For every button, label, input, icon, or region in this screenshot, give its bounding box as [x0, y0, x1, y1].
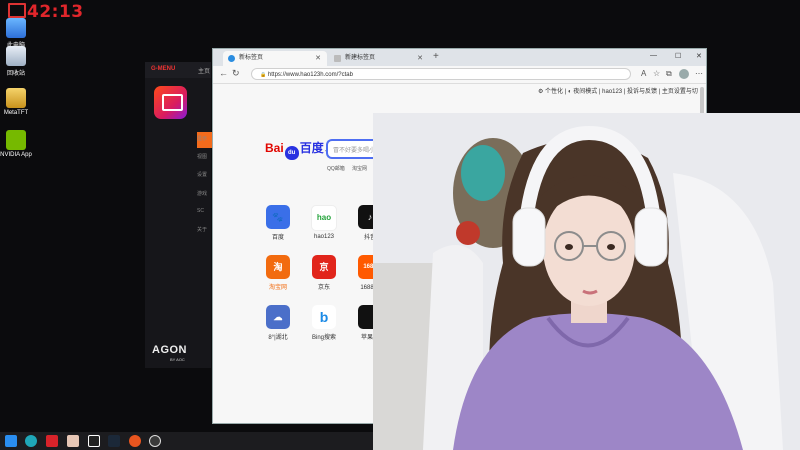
agon-wordmark: AGON — [152, 344, 187, 356]
taskbar — [0, 432, 373, 450]
agon-sub: BY AOC — [170, 357, 185, 362]
recycle-bin-icon — [6, 46, 26, 66]
desktop-icon-label: 回收站 — [6, 71, 25, 77]
agon-menu-item[interactable]: 视图 — [197, 153, 213, 167]
baidu-paw-icon: du — [284, 146, 299, 160]
tab-label: 新标签页 — [239, 55, 264, 61]
close-icon[interactable]: ✕ — [315, 51, 321, 66]
agon-menu-item[interactable]: SC — [197, 208, 213, 222]
agon-menu-item[interactable]: 游戏 — [197, 190, 213, 204]
tab-new-tab-2[interactable]: 新建标签页 ✕ — [329, 51, 429, 66]
computer-icon — [6, 18, 26, 38]
collections-icon[interactable]: ⧉ — [666, 69, 672, 79]
app-tile-weather[interactable]: ☁ 8°|湖北 — [258, 305, 298, 341]
quick-link[interactable]: QQ邮箱 — [327, 165, 345, 172]
windows-start-icon[interactable] — [5, 435, 17, 447]
app-tile-baidu[interactable]: 🐾 百度 — [258, 205, 298, 241]
new-tab-button[interactable]: + — [433, 51, 439, 62]
tab-new-tab[interactable]: 新标签页 ✕ — [223, 51, 327, 66]
agon-menu-item[interactable]: 显示 — [197, 135, 213, 149]
baidu-icon: 🐾 — [266, 205, 290, 229]
jd-icon: 京 — [312, 255, 336, 279]
edge-icon — [228, 55, 235, 62]
profile-avatar[interactable] — [679, 69, 689, 79]
webcam-overlay — [373, 113, 800, 450]
desktop-icon-label: NVIDIA App — [0, 152, 32, 158]
taobao-icon: 淘 — [266, 255, 290, 279]
desktop-icon-computer[interactable]: 此电脑 — [0, 18, 40, 49]
agon-brand: G-MENU — [151, 66, 176, 72]
close-window-icon[interactable]: ✕ — [696, 52, 702, 60]
metatft-icon — [6, 88, 26, 108]
desktop-icon-nvidia[interactable]: NVIDIA App — [0, 130, 40, 158]
app-tile-bing[interactable]: b Bing搜索 — [304, 305, 344, 341]
address-bar-row: ← ↻ 🔒 https://www.hao123h.com/?ctab A ☆ … — [213, 66, 706, 84]
monitor-icon — [8, 3, 26, 18]
hao123-icon: hao — [311, 205, 337, 231]
app-tile-hao123[interactable]: hao hao123 — [304, 205, 344, 240]
lock-icon: 🔒 — [260, 72, 267, 78]
app-orange-icon[interactable] — [129, 435, 141, 447]
tab-label: 新建标签页 — [345, 55, 376, 61]
agon-home-link[interactable]: 主页 — [198, 66, 210, 75]
steam-icon[interactable] — [108, 435, 120, 447]
scrollbar[interactable] — [700, 87, 704, 115]
obs-icon[interactable] — [149, 435, 161, 447]
baidu-logo[interactable]: Baidu百度⌄ — [265, 139, 330, 160]
agon-logo-icon — [154, 86, 187, 119]
maximize-icon[interactable]: ☐ — [675, 52, 681, 60]
agon-menu-item[interactable]: 设置 — [197, 171, 213, 185]
page-icon — [334, 55, 341, 62]
app-face-icon[interactable] — [67, 435, 79, 447]
g-app-icon[interactable] — [88, 435, 100, 447]
bing-icon: b — [312, 305, 336, 329]
desktop-icon-recycle-bin[interactable]: 回收站 — [0, 46, 40, 77]
favorite-star-icon[interactable]: ☆ — [653, 69, 660, 78]
nvidia-icon — [6, 130, 26, 150]
url-field[interactable]: 🔒 https://www.hao123h.com/?ctab — [251, 68, 631, 80]
top-links[interactable]: ⚙ 个性化 | ◐ 夜间模式 | hao123 | 投诉与反馈 | 主页设置与切 — [538, 86, 698, 95]
app-tile-jd[interactable]: 京 京东 — [304, 255, 344, 291]
back-icon[interactable]: ← — [219, 68, 228, 78]
weather-icon: ☁ — [266, 305, 290, 329]
refresh-icon[interactable]: ↻ — [232, 68, 240, 79]
desktop-icon-label: MetaTFT — [3, 110, 29, 116]
url-text: https://www.hao123h.com/?ctab — [267, 72, 353, 78]
quick-link[interactable]: 淘宝网 — [352, 165, 367, 172]
webcam-photo — [373, 113, 800, 450]
read-aloud-icon[interactable]: A — [641, 69, 646, 78]
agon-menu-item[interactable]: 关于 — [197, 226, 213, 240]
close-icon[interactable]: ✕ — [417, 51, 423, 66]
desktop-icon-metatft[interactable]: MetaTFT — [0, 88, 40, 116]
app-tile-taobao[interactable]: 淘 淘宝网 — [258, 255, 298, 291]
more-menu-icon[interactable]: ⋯ — [695, 69, 703, 78]
minimize-icon[interactable]: — — [650, 52, 657, 59]
tab-bar: 新标签页 ✕ 新建标签页 ✕ + — ☐ ✕ — [213, 49, 706, 66]
edge-icon[interactable] — [25, 435, 37, 447]
app-red-icon[interactable] — [46, 435, 58, 447]
